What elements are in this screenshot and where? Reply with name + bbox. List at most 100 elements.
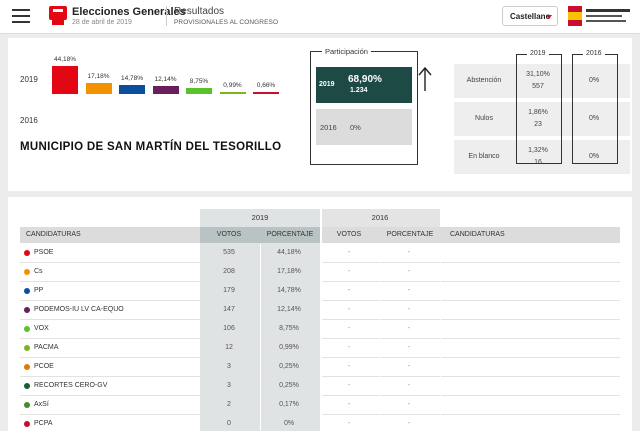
- votes-2016: -: [347, 287, 351, 294]
- app-date: 28 de abril de 2019: [72, 19, 132, 26]
- percent-2019: 12,14%: [277, 306, 301, 313]
- cell-divider: [440, 358, 441, 377]
- party-color-dot: [24, 288, 30, 294]
- cell-divider: [380, 396, 381, 415]
- table-year-2019: 2019: [251, 213, 269, 222]
- cell-divider: [380, 263, 381, 282]
- bar-pacma: [219, 92, 246, 94]
- cell-divider: [380, 320, 381, 339]
- votes-2019: 3: [227, 382, 231, 389]
- votes-2019: 12: [225, 344, 233, 351]
- percent-2019: 0,99%: [279, 344, 299, 351]
- abstention-panel: Abstención 31,10% 557 0% Nulos 1,86% 23 …: [454, 50, 632, 174]
- bar-pcoe: [253, 92, 279, 94]
- cell-divider: [380, 358, 381, 377]
- cell-divider: [440, 263, 441, 282]
- cell-divider: [440, 415, 441, 431]
- percent-2016: -: [407, 363, 411, 370]
- bar-value-label: 44,18%: [53, 56, 77, 63]
- candidate-name: RECORTES CERO-GV: [34, 382, 108, 389]
- cell-divider: [260, 282, 261, 301]
- header-votos[interactable]: VOTOS: [200, 231, 258, 238]
- cell-divider: [260, 263, 261, 282]
- votes-2016: -: [347, 420, 351, 427]
- cell-divider: [260, 244, 261, 263]
- header-porcentaje[interactable]: PORCENTAJE: [260, 231, 320, 238]
- participation-2016-value: 0%: [350, 123, 361, 132]
- votes-2019: 147: [223, 306, 235, 313]
- percent-2016: -: [407, 287, 411, 294]
- column-divider: [320, 209, 322, 431]
- candidate-name: PSOE: [34, 249, 54, 256]
- bar-psoe: [52, 66, 78, 94]
- language-label: Castellano: [510, 12, 551, 21]
- header-candidaturas-2016[interactable]: CANDIDATURAS: [450, 231, 505, 238]
- cell-divider: [260, 301, 261, 320]
- percent-2016: -: [407, 401, 411, 408]
- votes-2016: -: [347, 363, 351, 370]
- votes-2016: -: [347, 325, 351, 332]
- votes-2019: 2: [227, 401, 231, 408]
- year-2016-column: [572, 54, 618, 164]
- participation-2019: 2019 68,90% 1.234: [316, 67, 412, 103]
- cell-divider: [260, 320, 261, 339]
- app-title: Elecciones Generales: [72, 6, 186, 18]
- percent-2016: -: [407, 420, 411, 427]
- cell-divider: [440, 244, 441, 263]
- candidate-name: PP: [34, 287, 44, 294]
- votes-2019: 208: [223, 268, 235, 275]
- percent-2019: 0,25%: [279, 382, 299, 389]
- percent-2019: 8,75%: [279, 325, 299, 332]
- year-2019-label: 2019: [20, 75, 38, 84]
- bar-pp: [119, 84, 145, 94]
- percent-2019: 0,25%: [279, 363, 299, 370]
- top-bar: Elecciones Generales 28 de abril de 2019…: [0, 0, 640, 34]
- percent-2016: -: [407, 249, 411, 256]
- chevron-down-icon: [546, 15, 552, 19]
- participation-title: Participación: [322, 47, 371, 56]
- votes-2019: 3: [227, 363, 231, 370]
- header-porcentaje-2016[interactable]: PORCENTAJE: [380, 231, 440, 238]
- votes-2016: -: [347, 249, 351, 256]
- language-select[interactable]: Castellano: [502, 6, 558, 26]
- participation-2019-value: 68,90%: [348, 74, 382, 85]
- votes-2019: 179: [223, 287, 235, 294]
- percent-2016: -: [407, 325, 411, 332]
- cell-divider: [260, 396, 261, 415]
- cell-divider: [380, 339, 381, 358]
- percent-2019: 14,78%: [277, 287, 301, 294]
- arrow-up-icon: [418, 66, 432, 91]
- stat-label: Nulos: [475, 115, 493, 122]
- candidate-name: AxSí: [34, 401, 49, 408]
- header-votos-2016[interactable]: VOTOS: [320, 231, 378, 238]
- header-divider: [166, 6, 167, 26]
- participation-2016-year: 2016: [320, 123, 337, 132]
- header-candidaturas[interactable]: CANDIDATURAS: [26, 231, 81, 238]
- summary-card: 2019 2016 44,18% 17,18% 14,78% 12,14% 8,75% 0…: [8, 38, 632, 191]
- votes-2016: -: [347, 268, 351, 275]
- votes-2016: -: [347, 401, 351, 408]
- participation-2016: 2016 0%: [316, 109, 412, 145]
- party-color-dot: [24, 269, 30, 275]
- cell-divider: [440, 339, 441, 358]
- votes-2019: 535: [223, 249, 235, 256]
- cell-divider: [260, 415, 261, 431]
- percent-2016: -: [407, 268, 411, 275]
- stat-col-2016: 2016: [583, 50, 605, 57]
- cell-divider: [380, 415, 381, 431]
- party-color-dot: [24, 307, 30, 313]
- votes-2016: -: [347, 306, 351, 313]
- candidate-name: PACMA: [34, 344, 59, 351]
- percent-2019: 0%: [283, 420, 295, 427]
- cell-divider: [440, 301, 441, 320]
- party-color-dot: [24, 364, 30, 370]
- results-title: Resultados: [174, 6, 225, 17]
- percent-2016: -: [407, 306, 411, 313]
- party-color-dot: [24, 402, 30, 408]
- party-color-dot: [24, 326, 30, 332]
- percent-2019: 44,18%: [277, 249, 301, 256]
- results-table-card: 2019 2016 CANDIDATURAS VOTOS PORCENTAJE …: [8, 197, 632, 431]
- bar-podemos-iu-lv-ca-equo: [152, 86, 179, 94]
- cell-divider: [260, 339, 261, 358]
- menu-icon[interactable]: [12, 9, 30, 23]
